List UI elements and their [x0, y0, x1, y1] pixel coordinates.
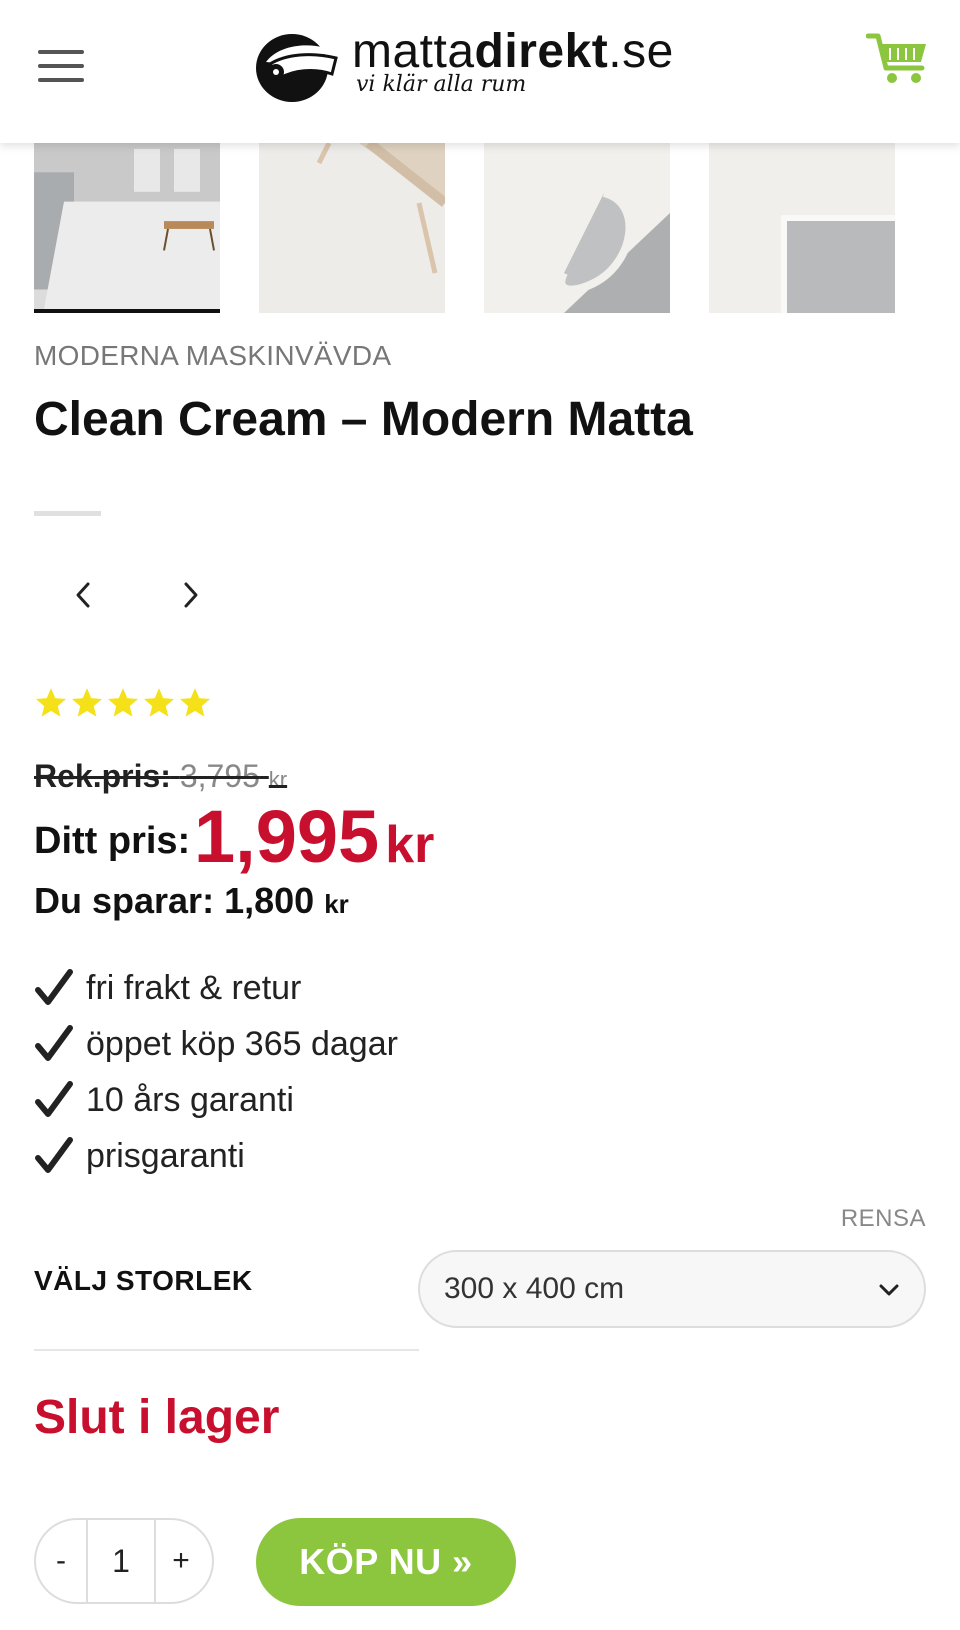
usp-item: fri frakt & retur [34, 960, 398, 1016]
usp-text: 10 års garanti [86, 1080, 294, 1119]
rek-value: 3,795 [179, 758, 260, 794]
savings-label: Du sparar: [34, 880, 215, 921]
size-label: VÄLJ STORLEK [34, 1265, 253, 1296]
checkmark-icon [35, 1137, 73, 1173]
variation-divider [34, 1349, 419, 1351]
thumbnail-rug-corner-closeup[interactable] [709, 143, 895, 313]
star-icon [35, 688, 67, 717]
star-icon [107, 688, 139, 717]
chevron-right-icon[interactable] [176, 578, 206, 612]
usp-item: öppet köp 365 dagar [34, 1016, 398, 1072]
product-category[interactable]: MODERNA MASKINVÄVDA [34, 340, 391, 372]
clear-selection-link[interactable]: RENSA [841, 1205, 926, 1233]
quantity-decrease-button[interactable]: - [36, 1520, 86, 1602]
site-logo[interactable]: mattadirekt.se vi klär alla rum [252, 24, 712, 108]
usp-item: prisgaranti [34, 1128, 398, 1184]
usp-text: öppet köp 365 dagar [86, 1024, 398, 1063]
thumbnail-living-room-rug[interactable] [34, 143, 220, 313]
savings: Du sparar: 1,800 kr [34, 880, 349, 922]
rug-logo-icon [256, 34, 338, 102]
buy-now-button[interactable]: KÖP NU » [256, 1518, 516, 1606]
chevron-left-icon[interactable] [68, 578, 98, 612]
stock-status: Slut i lager [34, 1391, 280, 1444]
savings-value: 1,800 [224, 880, 315, 921]
size-select[interactable]: 300 x 400 cm [418, 1250, 926, 1328]
logo-wordmark: mattadirekt.se [352, 25, 674, 78]
star-icon [143, 688, 175, 717]
rek-label: Rek.pris: [34, 758, 171, 794]
checkmark-icon [35, 1081, 73, 1117]
quantity-stepper: - 1 + [34, 1518, 214, 1604]
rek-currency: kr [268, 767, 288, 792]
thumbnail-rug-with-bench[interactable] [259, 143, 445, 313]
star-icon [71, 688, 103, 717]
price-currency: kr [385, 816, 435, 874]
usp-item: 10 års garanti [34, 1072, 398, 1128]
usp-list: fri frakt & retur öppet köp 365 dagar 10… [34, 960, 398, 1184]
hamburger-menu-icon[interactable] [38, 50, 84, 84]
chevron-down-icon [879, 1284, 899, 1296]
site-header: mattadirekt.se vi klär alla rum [0, 0, 960, 143]
your-price: 1,995 kr [194, 794, 434, 879]
size-select-value: 300 x 400 cm [444, 1272, 625, 1305]
product-title: Clean Cream – Modern Matta [34, 393, 693, 446]
price-value: 1,995 [194, 795, 380, 878]
your-price-label: Ditt pris: [34, 820, 191, 862]
quantity-increase-button[interactable]: + [156, 1520, 206, 1602]
savings-currency: kr [324, 889, 349, 919]
usp-text: prisgaranti [86, 1136, 245, 1175]
product-thumbnail-gallery [34, 143, 926, 315]
shopping-cart-icon[interactable] [866, 30, 930, 88]
title-divider [34, 511, 101, 516]
quantity-input[interactable]: 1 [86, 1520, 156, 1602]
usp-text: fri frakt & retur [86, 968, 302, 1007]
star-rating [34, 686, 212, 722]
checkmark-icon [35, 969, 73, 1005]
recommended-price: Rek.pris: 3,795 kr [34, 758, 287, 795]
star-icon [179, 688, 211, 717]
logo-tagline: vi klär alla rum [356, 72, 527, 97]
checkmark-icon [35, 1025, 73, 1061]
thumbnail-rug-rolled-edge[interactable] [484, 143, 670, 313]
